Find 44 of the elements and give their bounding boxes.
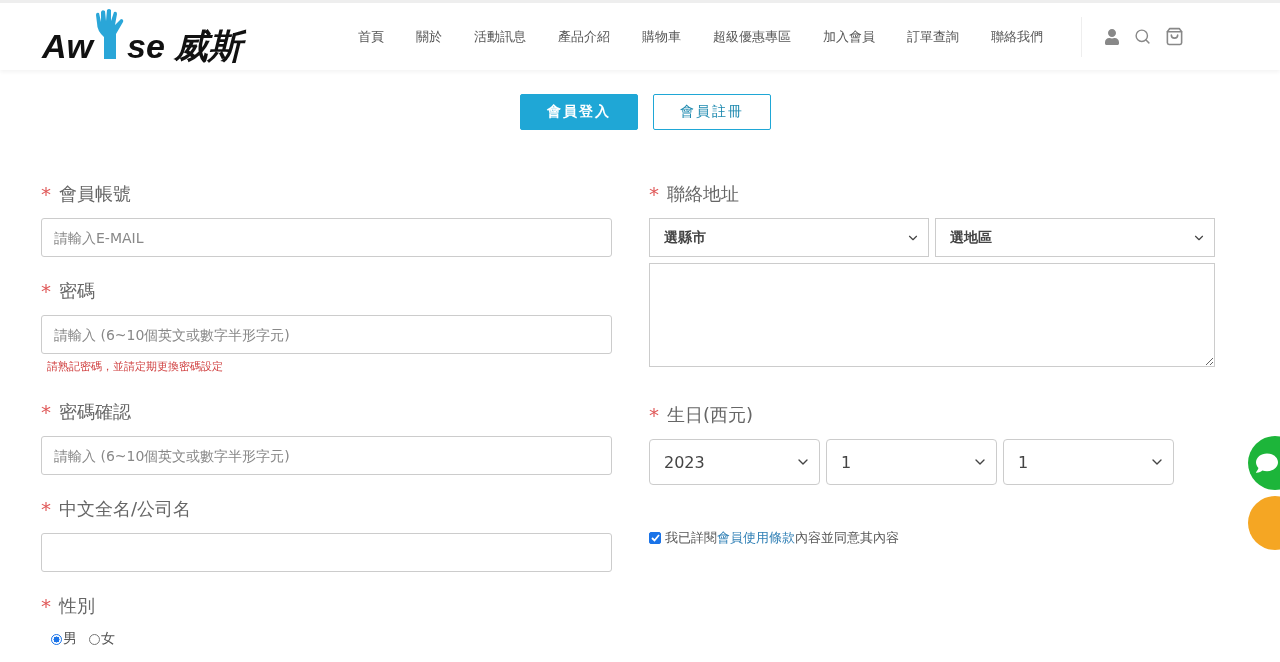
select-dropdown[interactable]: 選縣市: [649, 218, 929, 257]
field-label: 生日(西元): [667, 403, 754, 427]
required-asterisk: *: [41, 497, 51, 521]
nav-link[interactable]: 首頁: [342, 27, 401, 46]
radio-option[interactable]: 女: [89, 630, 115, 648]
checkbox[interactable]: [649, 532, 661, 544]
required-asterisk: *: [41, 182, 51, 206]
required-asterisk: *: [649, 182, 659, 206]
nav-link[interactable]: 聯絡我們: [975, 27, 1060, 46]
input-field[interactable]: [41, 533, 612, 572]
nav-link[interactable]: 加入會員: [807, 27, 892, 46]
radio-option[interactable]: 男: [51, 630, 77, 648]
required-asterisk: *: [41, 594, 51, 618]
nav-link[interactable]: 超級優惠專區: [697, 27, 808, 46]
select-dropdown[interactable]: 選地區: [935, 218, 1215, 257]
shopping-bag-icon[interactable]: [1165, 27, 1185, 46]
nav-link[interactable]: 購物車: [626, 27, 698, 46]
select-dropdown[interactable]: 1: [1003, 439, 1174, 485]
field-label: 會員帳號: [59, 182, 131, 206]
nav-link[interactable]: 關於: [400, 27, 459, 46]
search-icon[interactable]: [1134, 28, 1152, 45]
required-asterisk: *: [41, 279, 51, 303]
field-label: 聯絡地址: [667, 182, 739, 206]
required-asterisk: *: [41, 400, 51, 424]
hand-icon: [94, 8, 126, 59]
logo-text: Aw: [42, 28, 93, 63]
nav-link[interactable]: 活動訊息: [458, 27, 543, 46]
field-label: 密碼確認: [59, 400, 131, 424]
field-label: 中文全名/公司名: [59, 497, 192, 521]
nav-link[interactable]: 產品介紹: [542, 27, 627, 46]
input-field[interactable]: 請輸入 (6~10個英文或數字半形字元): [41, 315, 612, 354]
required-asterisk: *: [649, 403, 659, 427]
select-dropdown[interactable]: 2023: [649, 439, 820, 485]
field-label: 密碼: [59, 279, 95, 303]
user-icon[interactable]: [1104, 28, 1121, 45]
agree-text: 我已詳閱會員使用條款內容並同意其內容: [665, 529, 899, 547]
tab[interactable]: 會員註冊: [652, 94, 771, 130]
hint-text: 請熟記密碼，並請定期更換密碼設定: [47, 359, 224, 374]
terms-link[interactable]: 會員使用條款: [717, 530, 795, 545]
select-dropdown[interactable]: 1: [826, 439, 997, 485]
input-field[interactable]: 請輸入E-MAIL: [41, 218, 612, 257]
nav-link[interactable]: 訂單查詢: [891, 27, 976, 46]
field-label: 性別: [59, 594, 95, 618]
input-field[interactable]: 請輸入 (6~10個英文或數字半形字元): [41, 436, 612, 475]
